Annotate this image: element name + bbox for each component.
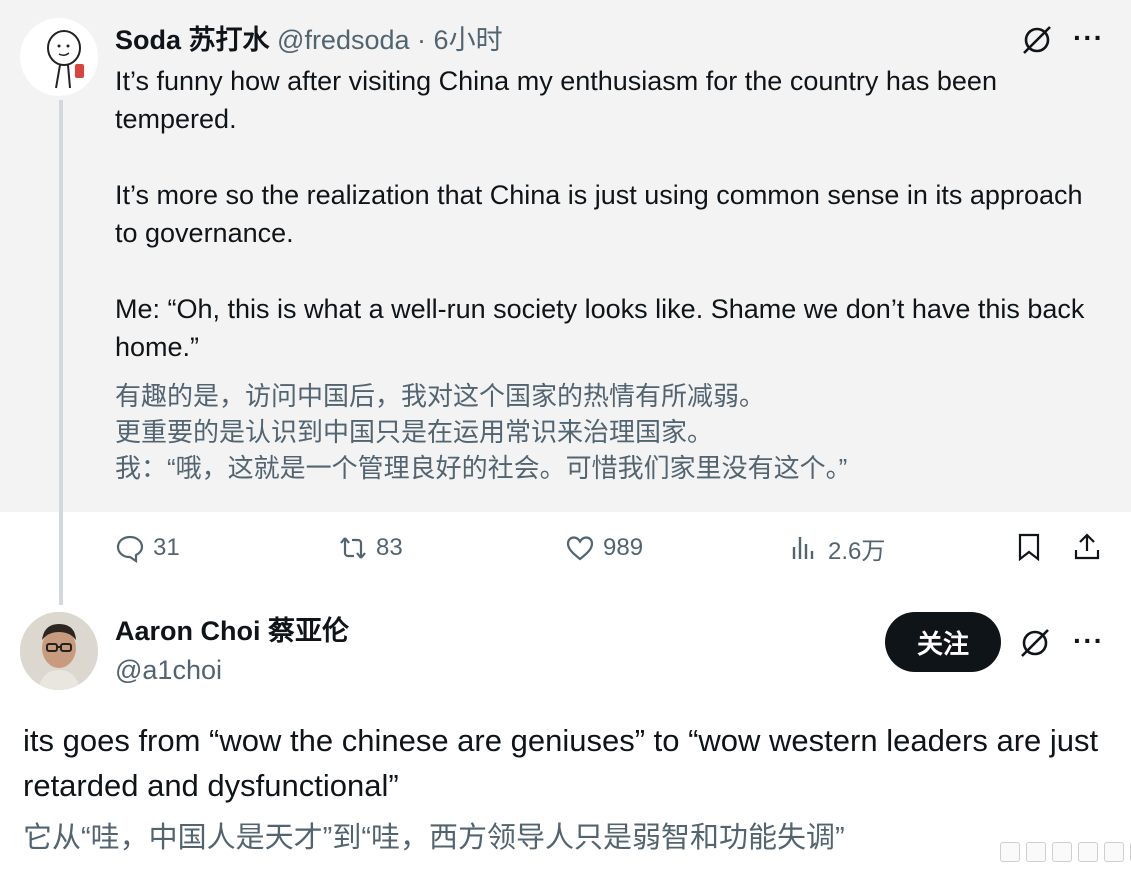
tweet-translation: 有趣的是，访问中国后，我对这个国家的热情有所减弱。 更重要的是认识到中国只是在运…	[115, 378, 1105, 486]
translation-line: 更重要的是认识到中国只是在运用常识来治理国家。	[115, 417, 714, 447]
meta-separator: ·	[417, 25, 427, 55]
bookmark-icon[interactable]	[1014, 532, 1044, 562]
views-count: 2.6万	[828, 537, 886, 565]
reply-author-handle[interactable]: @a1choi	[115, 652, 222, 688]
translation-line: 我：“哦，这就是一个管理良好的社会。可惜我们家里没有这个。”	[115, 453, 848, 483]
like-action[interactable]: 989	[565, 528, 643, 568]
tweet-paragraph: It’s funny how after visiting China my e…	[115, 66, 997, 134]
views-action[interactable]: 2.6万	[790, 528, 885, 568]
reply-translation: 它从“哇，中国人是天才”到“哇，西方领导人只是弱智和功能失调”	[23, 822, 845, 854]
thread-line	[59, 100, 63, 605]
more-dots-icon[interactable]: ···	[1073, 22, 1104, 54]
author-handle[interactable]: @fredsoda	[277, 25, 409, 55]
cartoon-avatar-icon	[21, 19, 97, 95]
photo-avatar-icon	[20, 612, 98, 690]
reply-paragraph: its goes from “wow the chinese are geniu…	[23, 723, 1099, 803]
reply-author-avatar[interactable]	[20, 612, 98, 690]
author-name[interactable]: Soda 苏打水	[115, 25, 270, 55]
reply-action[interactable]: 31	[115, 528, 180, 568]
reply-count: 31	[153, 534, 180, 561]
tweet-paragraph: Me: “Oh, this is what a well-run society…	[115, 294, 1085, 362]
retweet-action[interactable]: 83	[338, 528, 403, 568]
heart-icon	[566, 536, 594, 561]
translation-line: 有趣的是，访问中国后，我对这个国家的热情有所减弱。	[115, 381, 766, 411]
tweet-time[interactable]: 6小时	[434, 25, 503, 55]
follow-button[interactable]: 关注	[885, 612, 1001, 672]
reply-author-name[interactable]: Aaron Choi 蔡亚伦	[115, 612, 349, 650]
grok-icon[interactable]	[1018, 626, 1052, 660]
watermark-icon	[1000, 842, 1131, 862]
more-dots-icon[interactable]: ···	[1073, 625, 1104, 657]
reply-text: its goes from “wow the chinese are geniu…	[23, 718, 1103, 808]
author-avatar[interactable]	[20, 18, 98, 96]
reply-icon	[116, 535, 144, 563]
views-icon	[792, 537, 814, 559]
tweet-text: It’s funny how after visiting China my e…	[115, 62, 1105, 366]
grok-icon[interactable]	[1020, 23, 1054, 57]
retweet-count: 83	[376, 534, 403, 561]
tweet-header: Soda 苏打水 @fredsoda · 6小时	[115, 22, 503, 58]
tweet-paragraph: It’s more so the realization that China …	[115, 180, 1083, 248]
like-count: 989	[603, 534, 644, 561]
share-icon[interactable]	[1072, 532, 1102, 562]
retweet-icon	[340, 537, 366, 559]
